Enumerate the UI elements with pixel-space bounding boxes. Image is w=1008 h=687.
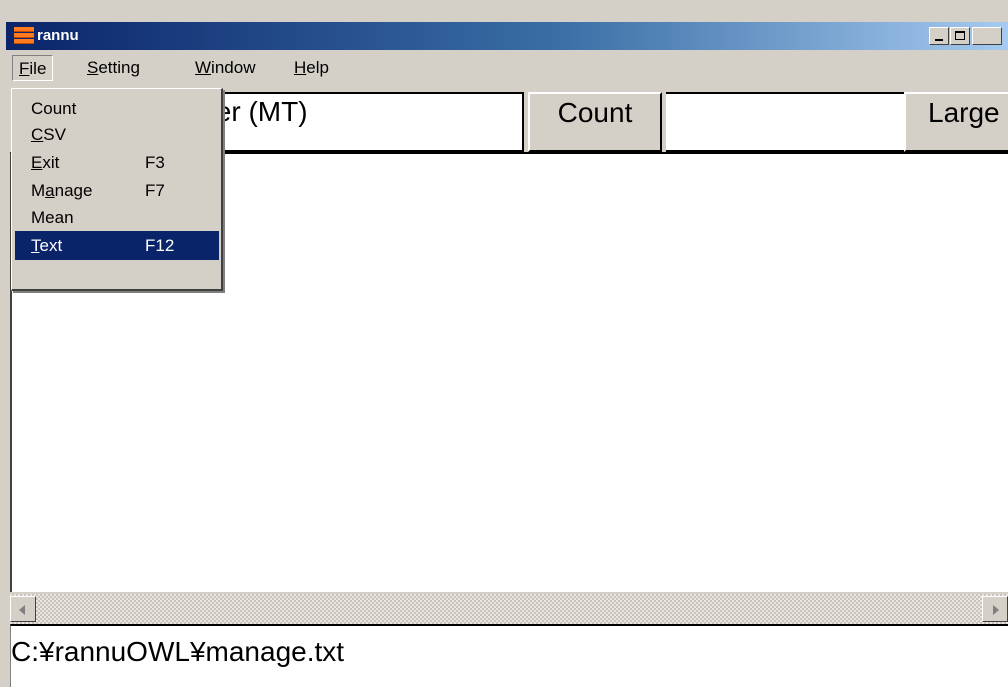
menu-file-label: ile <box>29 59 47 78</box>
maximize-icon <box>955 31 965 40</box>
menu-window-mnemonic: W <box>195 58 212 77</box>
close-button[interactable] <box>972 27 1002 45</box>
menu-item-text-shortcut: F12 <box>145 236 175 255</box>
app-icon[interactable] <box>14 27 34 45</box>
menu-item-text[interactable]: Text F12 <box>15 231 219 260</box>
title-bar[interactable]: rannu <box>6 22 1008 50</box>
menu-file-mnemonic: F <box>19 59 30 78</box>
status-bar: C:¥rannuOWL¥manage.txt <box>10 624 1008 687</box>
menu-setting-label: etting <box>98 58 140 77</box>
count-button[interactable]: Count <box>528 92 662 152</box>
menu-item-csv-label: SV <box>43 125 66 144</box>
menu-item-text-label: ext <box>39 236 63 255</box>
menu-item-exit-mnemonic: E <box>31 153 43 172</box>
menu-item-count[interactable]: Count <box>15 94 219 123</box>
menu-item-manage-prefix: M <box>31 181 46 200</box>
menu-help-mnemonic: H <box>294 58 307 77</box>
file-path: C:¥rannuOWL¥manage.txt <box>11 636 345 667</box>
menu-item-manage-shortcut: F7 <box>145 181 165 200</box>
menu-help[interactable]: Help <box>288 55 335 81</box>
menu-item-count-label: Count <box>31 99 77 118</box>
menu-file[interactable]: File <box>12 55 54 81</box>
menu-item-manage-mnemonic: a <box>45 181 55 200</box>
file-dropdown-menu: Count CSV Exit F3 Manage F7 Mean Text F1… <box>11 88 223 291</box>
menu-item-exit[interactable]: Exit F3 <box>15 148 219 177</box>
large-button[interactable]: Large <box>904 92 1008 152</box>
menu-item-csv-mnemonic: C <box>31 125 44 144</box>
menu-item-exit-shortcut: F3 <box>145 153 165 172</box>
menu-item-exit-label: xit <box>42 153 60 172</box>
minimize-icon <box>935 39 943 41</box>
menu-bar: File Setting Window Help <box>6 50 1008 86</box>
menu-item-mean[interactable]: Mean <box>15 203 219 232</box>
minimize-button[interactable] <box>929 27 949 45</box>
menu-item-text-mnemonic: T <box>31 236 40 255</box>
scroll-right-arrow-icon <box>993 605 999 615</box>
menu-help-label: elp <box>306 58 329 77</box>
menu-item-manage-label: nage <box>54 181 93 200</box>
horizontal-scrollbar[interactable] <box>10 594 1008 624</box>
menu-item-mean-label: Mean <box>31 208 74 227</box>
count-field[interactable] <box>666 92 911 152</box>
menu-setting-mnemonic: S <box>87 58 99 77</box>
menu-window-label: indow <box>211 58 256 77</box>
scroll-left-button[interactable] <box>10 596 36 622</box>
menu-item-csv[interactable]: CSV <box>15 120 219 149</box>
maximize-button[interactable] <box>950 27 970 45</box>
window-title: rannu <box>37 27 79 44</box>
menu-item-manage[interactable]: Manage F7 <box>15 176 219 205</box>
menu-window[interactable]: Window <box>189 55 261 81</box>
scroll-left-arrow-icon <box>19 605 25 615</box>
menu-setting[interactable]: Setting <box>81 55 146 81</box>
scroll-right-button[interactable] <box>982 596 1008 622</box>
